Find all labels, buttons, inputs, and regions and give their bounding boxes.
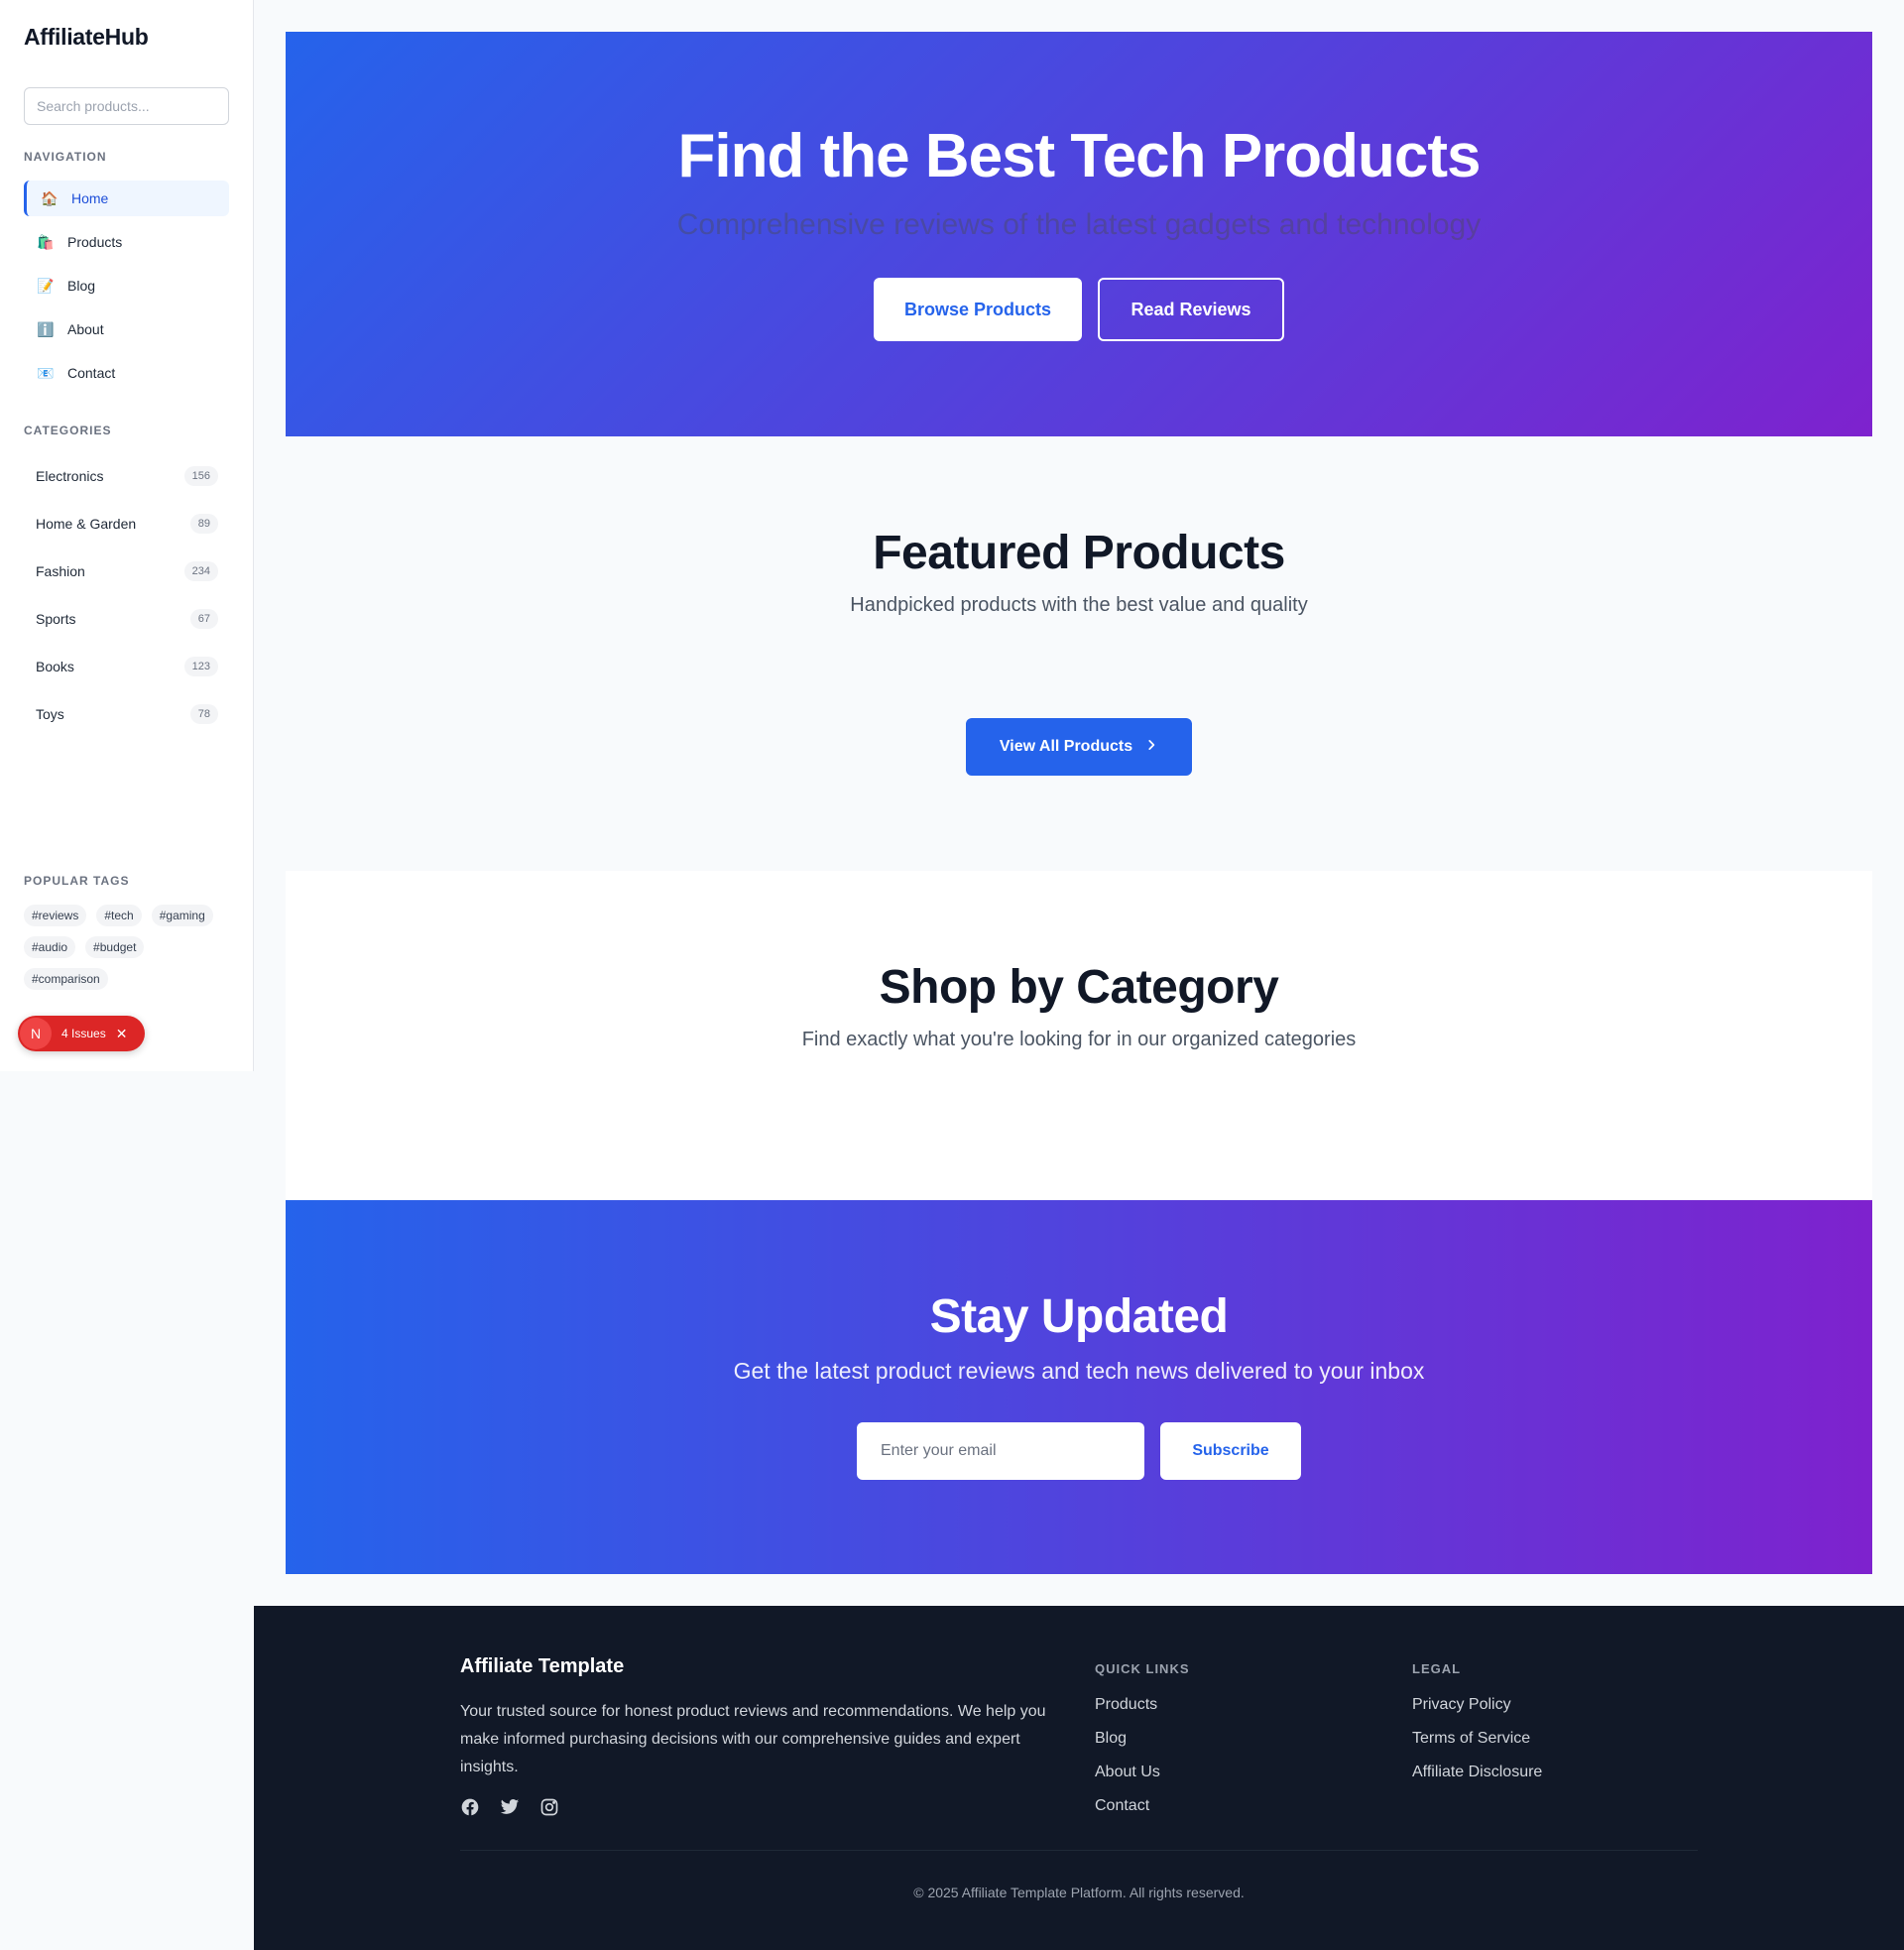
home-icon: 🏠: [41, 189, 59, 206]
category-label: Home & Garden: [36, 516, 137, 532]
footer-link-blog[interactable]: Blog: [1095, 1730, 1190, 1764]
popular-tags-heading: POPULAR TAGS: [24, 874, 130, 888]
category-item-toys[interactable]: Toys 78: [24, 694, 218, 734]
nav-item-about[interactable]: ℹ️ About: [24, 311, 229, 347]
browse-products-button[interactable]: Browse Products: [874, 278, 1082, 341]
facebook-icon[interactable]: [460, 1797, 480, 1817]
nav-item-label: About: [67, 321, 104, 337]
nav-item-contact[interactable]: 📧 Contact: [24, 355, 229, 391]
view-all-label: View All Products: [999, 738, 1133, 755]
sidebar-nav: 🏠 Home 🛍️ Products 📝 Blog ℹ️ About 📧 Con…: [24, 181, 229, 399]
footer-link-affiliate-disclosure[interactable]: Affiliate Disclosure: [1412, 1764, 1542, 1797]
quick-links-heading: QUICK LINKS: [1095, 1661, 1190, 1676]
category-item-home-garden[interactable]: Home & Garden 89: [24, 504, 218, 544]
hero-subtitle: Comprehensive reviews of the latest gadg…: [676, 208, 1482, 241]
nextjs-logo-icon: N: [20, 1018, 52, 1049]
tag-list: #reviews #tech #gaming #audio #budget #c…: [24, 905, 232, 990]
tag-comparison[interactable]: #comparison: [24, 968, 108, 990]
email-icon: 📧: [37, 364, 55, 381]
category-item-electronics[interactable]: Electronics 156: [24, 456, 218, 496]
issues-badge[interactable]: N 4 Issues ✕: [18, 1016, 145, 1051]
nav-item-home[interactable]: 🏠 Home: [24, 181, 229, 216]
category-label: Books: [36, 659, 74, 674]
close-icon[interactable]: ✕: [116, 1026, 128, 1042]
category-count: 156: [183, 466, 218, 486]
footer-link-products[interactable]: Products: [1095, 1696, 1190, 1730]
view-all-products-button[interactable]: View All Products: [966, 718, 1192, 776]
memo-icon: 📝: [37, 277, 55, 294]
email-field[interactable]: [857, 1422, 1144, 1480]
footer-divider: [460, 1850, 1698, 1851]
chevron-right-icon: [1144, 738, 1158, 757]
tag-reviews[interactable]: #reviews: [24, 905, 87, 926]
featured-subtitle: Handpicked products with the best value …: [850, 594, 1308, 616]
footer-link-contact[interactable]: Contact: [1095, 1797, 1190, 1831]
nav-item-label: Home: [71, 190, 109, 206]
footer-brand: Affiliate Template: [460, 1655, 625, 1677]
category-count: 89: [189, 514, 218, 534]
nav-item-blog[interactable]: 📝 Blog: [24, 268, 229, 304]
featured-title: Featured Products: [873, 527, 1285, 579]
nav-item-label: Contact: [67, 365, 116, 381]
category-item-fashion[interactable]: Fashion 234: [24, 551, 218, 591]
tag-audio[interactable]: #audio: [24, 936, 76, 958]
footer: Affiliate Template Your trusted source f…: [254, 1606, 1904, 1950]
tag-tech[interactable]: #tech: [96, 905, 142, 926]
category-item-sports[interactable]: Sports 67: [24, 599, 218, 639]
newsletter-form: Subscribe: [286, 1422, 1872, 1480]
newsletter-title: Stay Updated: [929, 1290, 1229, 1343]
category-list: Electronics 156 Home & Garden 89 Fashion…: [24, 456, 218, 742]
sidebar: AffiliateHub NAVIGATION 🏠 Home 🛍️ Produc…: [0, 0, 254, 1071]
shop-subtitle: Find exactly what you're looking for in …: [801, 1029, 1357, 1050]
newsletter-section: Stay Updated Get the latest product revi…: [286, 1200, 1872, 1574]
legal-heading: LEGAL: [1412, 1661, 1462, 1676]
category-label: Fashion: [36, 563, 85, 579]
info-icon: ℹ️: [37, 320, 55, 337]
twitter-icon[interactable]: [500, 1797, 520, 1817]
category-count: 67: [189, 609, 218, 629]
issues-label: 4 Issues: [61, 1027, 106, 1040]
footer-link-about-us[interactable]: About Us: [1095, 1764, 1190, 1797]
read-reviews-button[interactable]: Read Reviews: [1098, 278, 1284, 341]
subscribe-button[interactable]: Subscribe: [1160, 1422, 1301, 1480]
nav-item-label: Blog: [67, 278, 96, 294]
category-count: 78: [189, 704, 218, 724]
tag-gaming[interactable]: #gaming: [151, 905, 213, 926]
category-label: Sports: [36, 611, 76, 627]
shop-title: Shop by Category: [879, 961, 1279, 1014]
tag-budget[interactable]: #budget: [85, 936, 145, 958]
category-count: 234: [183, 561, 218, 581]
nav-item-products[interactable]: 🛍️ Products: [24, 224, 229, 260]
category-count: 123: [183, 657, 218, 676]
site-logo[interactable]: AffiliateHub: [24, 24, 149, 51]
navigation-heading: NAVIGATION: [24, 150, 107, 164]
shopping-bags-icon: 🛍️: [37, 233, 55, 250]
copyright: © 2025 Affiliate Template Platform. All …: [913, 1885, 1245, 1900]
search-input[interactable]: [24, 87, 229, 125]
instagram-icon[interactable]: [539, 1797, 559, 1817]
category-label: Toys: [36, 706, 64, 722]
category-item-books[interactable]: Books 123: [24, 647, 218, 686]
social-links: [460, 1797, 1065, 1817]
nav-item-label: Products: [67, 234, 123, 250]
hero-section: Find the Best Tech Products Comprehensiv…: [286, 32, 1872, 436]
categories-heading: CATEGORIES: [24, 424, 112, 437]
legal-column: LEGAL Privacy Policy Terms of Service Af…: [1412, 1661, 1542, 1797]
newsletter-subtitle: Get the latest product reviews and tech …: [733, 1358, 1425, 1384]
featured-section: Featured Products Handpicked products wi…: [286, 526, 1872, 617]
hero-title: Find the Best Tech Products: [677, 122, 1482, 190]
footer-link-privacy-policy[interactable]: Privacy Policy: [1412, 1696, 1542, 1730]
quick-links-column: QUICK LINKS Products Blog About Us Conta…: [1095, 1661, 1190, 1831]
footer-link-terms-of-service[interactable]: Terms of Service: [1412, 1730, 1542, 1764]
footer-description: Your trusted source for honest product r…: [460, 1703, 1046, 1775]
shop-by-category-section: Shop by Category Find exactly what you'r…: [286, 871, 1872, 1200]
category-label: Electronics: [36, 468, 104, 484]
